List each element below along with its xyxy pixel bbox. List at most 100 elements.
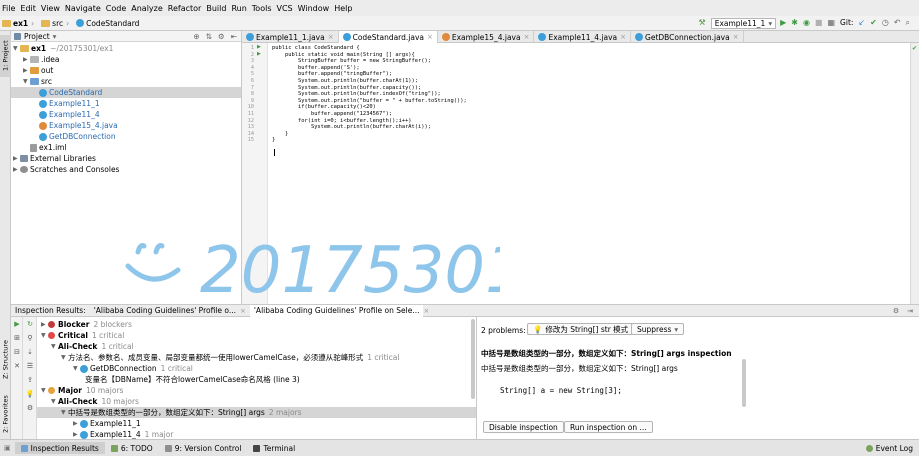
favorites-tool-tab[interactable]: 2: Favorites (0, 391, 11, 437)
breadcrumb-class[interactable]: CodeStandard (76, 19, 139, 28)
quick-fix-button[interactable]: 💡 修改为 String[] str 模式 (527, 323, 635, 335)
tab-example11-4[interactable]: Example11_4.java × (534, 31, 632, 43)
breadcrumb-project[interactable]: ex1 › (2, 19, 37, 28)
tab-example15-4[interactable]: Example15_4.java × (438, 31, 535, 43)
close-icon[interactable]: × (328, 33, 334, 41)
run-gutter-icon[interactable]: ▶ (257, 51, 261, 57)
close-icon[interactable]: × (620, 33, 626, 41)
menu-code[interactable]: Code (106, 4, 126, 13)
bottom-tab-version-control[interactable]: 9: Version Control (159, 442, 248, 454)
inspection-node-array-rule[interactable]: ▼ 中括号是数组类型的一部分，数组定义如下：String[] args 2 ma… (37, 407, 476, 418)
close-icon[interactable]: × (423, 307, 429, 315)
menu-file[interactable]: File (2, 4, 15, 13)
close-icon[interactable]: × (524, 33, 530, 41)
close-icon[interactable]: ✕ (12, 361, 22, 371)
tree-item-ex1-iml[interactable]: ex1.iml (30, 142, 67, 153)
run-gutter-icon[interactable]: ▶ (257, 44, 261, 50)
run-inspection-on-button[interactable]: Run inspection on ... (564, 421, 653, 433)
inspection-node-major[interactable]: ▼ Major 10 majors (41, 385, 123, 396)
structure-tool-tab[interactable]: Z: Structure (0, 336, 11, 384)
close-icon[interactable]: × (427, 33, 433, 41)
tree-item-codestandard[interactable]: CodeStandard (11, 87, 241, 98)
breadcrumb-src[interactable]: src › (41, 19, 72, 28)
tree-item-example15-4[interactable]: Example15_4.java (39, 120, 118, 131)
tree-item-scratches[interactable]: ▶ Scratches and Consoles (13, 164, 119, 175)
stop-icon[interactable]: ■ (815, 18, 823, 28)
gear-icon[interactable]: ⚙ (218, 32, 225, 41)
tool-windows-icon[interactable]: ▣ (4, 444, 11, 452)
inspection-node-alicheck-major[interactable]: ▼ Ali-Check 10 majors (51, 396, 139, 407)
inspection-node-getdbconnection[interactable]: ▼ GetDBConnection 1 critical (73, 363, 193, 374)
coverage-icon[interactable]: ◉ (803, 18, 810, 28)
collapse-icon[interactable]: ⊟ (12, 347, 22, 357)
run-icon[interactable]: ▶ (780, 18, 786, 28)
inspection-ok-icon[interactable]: ✔ (912, 45, 917, 52)
tree-item-idea[interactable]: ▶ .idea (23, 54, 59, 65)
run-configuration-select[interactable]: Example11_1 ▾ (710, 17, 777, 29)
settings-icon[interactable]: ⚙ (25, 403, 35, 413)
inspection-tab-2[interactable]: 'Alibaba Coding Guidelines' Profile on S… (249, 304, 424, 317)
inspection-tab-1[interactable]: 'Alibaba Coding Guidelines' Profile o... (90, 305, 240, 317)
search-icon[interactable]: ⌕ (906, 18, 910, 28)
menu-build[interactable]: Build (206, 4, 226, 13)
chevron-down-icon[interactable]: ▾ (53, 32, 57, 41)
sdk-icon[interactable]: ▦ (827, 18, 835, 28)
export-icon[interactable]: ⇪ (25, 375, 35, 385)
vcs-update-icon[interactable]: ↙ (858, 18, 865, 28)
collapse-icon[interactable]: ⇅ (206, 32, 212, 41)
revert-icon[interactable]: ↶ (894, 18, 901, 28)
menu-help[interactable]: Help (334, 4, 352, 13)
tree-item-ex1[interactable]: ▼ ex1 ~/20175301/ex1 (13, 43, 113, 54)
hide-icon[interactable]: ⇤ (231, 32, 237, 41)
inspection-node-critical[interactable]: ▼ Critical 1 critical (41, 330, 124, 341)
menu-tools[interactable]: Tools (252, 4, 272, 13)
menu-edit[interactable]: Edit (20, 4, 36, 13)
menu-vcs[interactable]: VCS (277, 4, 293, 13)
inspection-node-blocker[interactable]: ▶ Blocker 2 blockers (41, 319, 132, 330)
close-icon[interactable]: × (240, 307, 246, 315)
locate-icon[interactable]: ⊕ (193, 32, 199, 41)
tree-item-example11-1[interactable]: Example11_1 (39, 98, 100, 109)
tab-codestandard[interactable]: CodeStandard.java × (338, 31, 438, 43)
gear-icon[interactable]: ⚙ (893, 307, 899, 315)
event-log-button[interactable]: Event Log (860, 442, 919, 454)
tree-item-out[interactable]: ▶ out (23, 65, 53, 76)
lightbulb-icon[interactable]: 💡 (25, 389, 35, 399)
hide-icon[interactable]: ⇥ (907, 307, 913, 315)
scrollbar[interactable] (742, 359, 746, 407)
vcs-history-icon[interactable]: ◷ (882, 18, 889, 28)
inspection-node-alicheck-critical[interactable]: ▼ Ali-Check 1 critical (51, 341, 134, 352)
suppress-button[interactable]: Suppress ▾ (631, 323, 685, 335)
debug-icon[interactable]: ✱ (791, 18, 798, 28)
menu-analyze[interactable]: Analyze (131, 4, 163, 13)
expand-all-icon[interactable]: ⇣ (25, 347, 35, 357)
tab-example11-1[interactable]: Example11_1.java × (242, 31, 339, 43)
filter-icon[interactable]: ⚲ (25, 333, 35, 343)
group-icon[interactable]: ☰ (25, 361, 35, 371)
project-panel-title[interactable]: Project (24, 32, 50, 41)
bottom-tab-todo[interactable]: 6: TODO (105, 442, 159, 454)
rerun-icon[interactable]: ↻ (25, 319, 35, 329)
close-icon[interactable]: × (733, 33, 739, 41)
menu-view[interactable]: View (41, 4, 60, 13)
disable-inspection-button[interactable]: Disable inspection (483, 421, 564, 433)
inspection-node-example11-1[interactable]: ▶ Example11_1 (73, 418, 141, 429)
tree-item-example11-4[interactable]: Example11_4 (39, 109, 100, 120)
menu-window[interactable]: Window (298, 4, 330, 13)
expand-icon[interactable]: ⊞ (12, 333, 22, 343)
scrollbar[interactable] (471, 319, 475, 399)
inspection-node-dbname-problem[interactable]: 变量名【DBName】不符合lowerCamelCase命名风格 (line 3… (85, 374, 300, 385)
build-hammer-icon[interactable]: ⚒ (699, 18, 706, 28)
run-icon[interactable]: ▶ (12, 319, 22, 329)
bottom-tab-inspection-results[interactable]: Inspection Results (14, 442, 105, 454)
project-tool-tab[interactable]: 1: Project (0, 35, 11, 77)
tree-item-external-libraries[interactable]: ▶ External Libraries (13, 153, 96, 164)
menu-run[interactable]: Run (231, 4, 246, 13)
tab-getdbconnection[interactable]: GetDBConnection.java × (631, 31, 744, 43)
vcs-commit-icon[interactable]: ✔ (870, 18, 877, 28)
tree-item-src[interactable]: ▼ src (23, 76, 52, 87)
menu-refactor[interactable]: Refactor (168, 4, 202, 13)
inspection-node-camelcase-rule[interactable]: ▼ 方法名、参数名、成员变量、局部变量都统一使用lowerCamelCase，必… (61, 352, 399, 363)
tree-item-getdbconnection[interactable]: GetDBConnection (39, 131, 116, 142)
bottom-tab-terminal[interactable]: Terminal (247, 442, 301, 454)
